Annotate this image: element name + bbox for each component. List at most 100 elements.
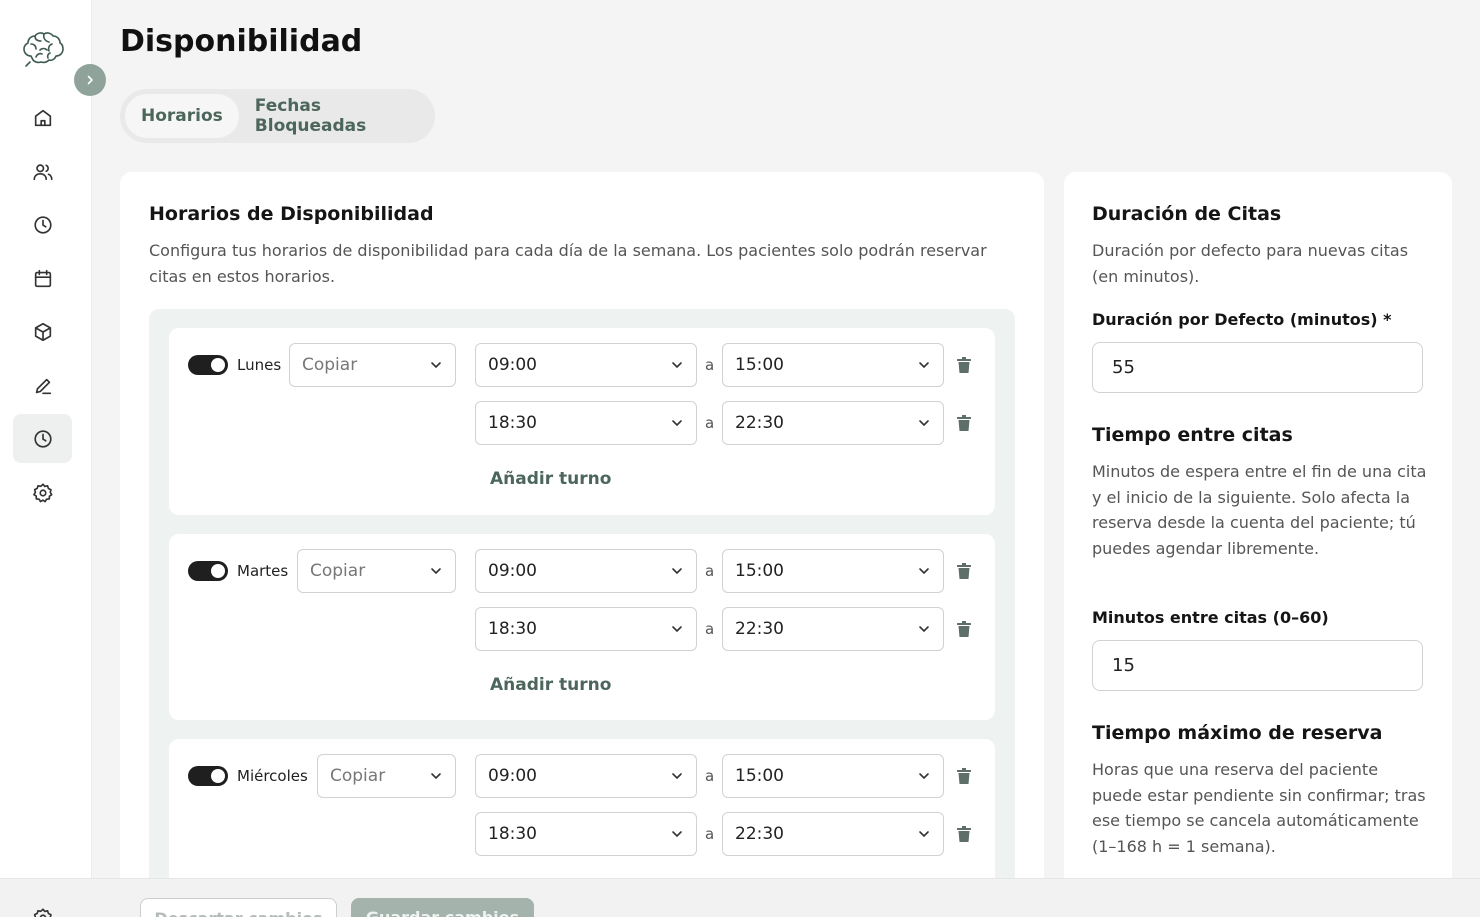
home-icon bbox=[34, 109, 51, 126]
shift-start-select[interactable]: 18:30 bbox=[475, 401, 697, 445]
range-separator: a bbox=[705, 356, 715, 374]
copy-select-value: Copiar bbox=[310, 561, 366, 581]
range-separator: a bbox=[705, 414, 715, 432]
calendar-icon bbox=[34, 269, 51, 287]
sidebar-item-patients[interactable] bbox=[13, 147, 72, 196]
availability-description: Configura tus horarios de disponibilidad… bbox=[149, 241, 987, 286]
gear-icon[interactable] bbox=[32, 907, 54, 917]
save-changes-button[interactable]: Guardar cambios bbox=[351, 898, 534, 917]
shift-end-value: 15:00 bbox=[735, 766, 784, 786]
day-label: Lunes bbox=[237, 356, 282, 374]
tab-fechas-bloqueadas[interactable]: Fechas Bloqueadas bbox=[239, 94, 430, 138]
shift-end-select[interactable]: 22:30 bbox=[722, 812, 944, 856]
sidebar-item-availability[interactable] bbox=[13, 414, 72, 463]
chevron-down-icon bbox=[672, 362, 682, 369]
trash-icon[interactable] bbox=[957, 826, 971, 842]
shift-start-select[interactable]: 09:00 bbox=[475, 754, 697, 798]
shift-start-select[interactable]: 18:30 bbox=[475, 812, 697, 856]
appointment-settings-card: Duración de Citas Duración por defecto p… bbox=[1064, 172, 1452, 892]
trash-icon[interactable] bbox=[957, 415, 971, 431]
max-booking-title: Tiempo máximo de reserva bbox=[1092, 722, 1383, 744]
gear-icon bbox=[32, 482, 53, 502]
range-separator: a bbox=[705, 767, 715, 785]
shift-end-value: 22:30 bbox=[735, 413, 784, 433]
trash-icon[interactable] bbox=[957, 768, 971, 784]
day-label: Miércoles bbox=[237, 767, 308, 785]
sidebar-item-history[interactable] bbox=[13, 200, 72, 249]
sidebar-collapse-button[interactable] bbox=[74, 64, 106, 96]
range-separator: a bbox=[705, 825, 715, 843]
duration-title: Duración de Citas bbox=[1092, 203, 1282, 225]
chevron-down-icon bbox=[919, 831, 929, 838]
shift-start-value: 09:00 bbox=[488, 355, 537, 375]
trash-icon[interactable] bbox=[957, 563, 971, 579]
chevron-down-icon bbox=[672, 568, 682, 575]
shift-end-value: 22:30 bbox=[735, 824, 784, 844]
trash-icon[interactable] bbox=[957, 621, 971, 637]
day-label: Martes bbox=[237, 562, 289, 580]
buffer-input[interactable]: 15 bbox=[1092, 640, 1423, 691]
copy-select[interactable]: Copiar bbox=[317, 754, 456, 798]
day-card-martes: Martes Copiar 09:00 a 15:00 18:30 a 22:3… bbox=[169, 534, 995, 720]
shift-end-value: 15:00 bbox=[735, 355, 784, 375]
shift-start-value: 09:00 bbox=[488, 766, 537, 786]
max-booking-description: Horas que una reserva del paciente puede… bbox=[1092, 760, 1426, 856]
shift-end-value: 22:30 bbox=[735, 619, 784, 639]
shift-start-select[interactable]: 09:00 bbox=[475, 343, 697, 387]
range-separator: a bbox=[705, 620, 715, 638]
tab-bar: Horarios Fechas Bloqueadas bbox=[120, 89, 435, 143]
range-separator: a bbox=[705, 562, 715, 580]
chevron-down-icon bbox=[919, 568, 929, 575]
buffer-field-label: Minutos entre citas (0–60) bbox=[1092, 608, 1329, 627]
chevron-down-icon bbox=[919, 420, 929, 427]
sidebar-item-calendar[interactable] bbox=[13, 254, 72, 303]
availability-title: Horarios de Disponibilidad bbox=[149, 203, 434, 225]
sidebar-item-packages[interactable] bbox=[13, 307, 72, 356]
chevron-down-icon bbox=[672, 831, 682, 838]
shift-start-value: 18:30 bbox=[488, 619, 537, 639]
add-shift-button[interactable]: Añadir turno bbox=[490, 675, 611, 695]
chevron-down-icon bbox=[431, 568, 441, 575]
chevron-down-icon bbox=[672, 773, 682, 780]
box-icon bbox=[34, 322, 51, 341]
shift-end-select[interactable]: 15:00 bbox=[722, 754, 944, 798]
sidebar-item-settings[interactable] bbox=[13, 468, 72, 517]
brain-logo-icon bbox=[23, 32, 64, 67]
shift-end-select[interactable]: 15:00 bbox=[722, 549, 944, 593]
shift-end-select[interactable]: 15:00 bbox=[722, 343, 944, 387]
sidebar-item-home[interactable] bbox=[13, 93, 72, 142]
duration-field-label: Duración por Defecto (minutos) * bbox=[1092, 310, 1392, 329]
copy-select[interactable]: Copiar bbox=[289, 343, 456, 387]
chevron-right-icon bbox=[87, 75, 94, 85]
copy-select-value: Copiar bbox=[302, 355, 358, 375]
day-toggle[interactable] bbox=[188, 561, 228, 581]
duration-description: Duración por defecto para nuevas citas (… bbox=[1092, 241, 1409, 286]
day-toggle[interactable] bbox=[188, 766, 228, 786]
availability-card: Horarios de Disponibilidad Configura tus… bbox=[120, 172, 1044, 917]
discard-changes-button[interactable]: Descartar cambios bbox=[140, 898, 337, 917]
footer-action-bar: Descartar cambios Guardar cambios bbox=[0, 878, 1480, 917]
pencil-icon bbox=[35, 378, 51, 394]
add-shift-button[interactable]: Añadir turno bbox=[490, 469, 611, 489]
chevron-down-icon bbox=[672, 420, 682, 427]
users-icon bbox=[32, 163, 53, 180]
shift-end-select[interactable]: 22:30 bbox=[722, 607, 944, 651]
shift-start-select[interactable]: 18:30 bbox=[475, 607, 697, 651]
day-toggle[interactable] bbox=[188, 355, 228, 375]
tab-horarios[interactable]: Horarios bbox=[125, 94, 239, 138]
duration-input[interactable]: 55 bbox=[1092, 342, 1423, 393]
buffer-description: Minutos de espera entre el fin de una ci… bbox=[1092, 462, 1427, 558]
copy-select[interactable]: Copiar bbox=[297, 549, 456, 593]
clock-icon bbox=[33, 429, 52, 448]
page-title: Disponibilidad bbox=[120, 24, 363, 59]
shift-end-select[interactable]: 22:30 bbox=[722, 401, 944, 445]
clock-icon bbox=[33, 215, 52, 234]
shift-start-value: 18:30 bbox=[488, 824, 537, 844]
chevron-down-icon bbox=[919, 626, 929, 633]
sidebar bbox=[0, 0, 92, 878]
trash-icon[interactable] bbox=[957, 357, 971, 373]
shift-end-value: 15:00 bbox=[735, 561, 784, 581]
sidebar-item-notes[interactable] bbox=[13, 361, 72, 410]
chevron-down-icon bbox=[672, 626, 682, 633]
shift-start-select[interactable]: 09:00 bbox=[475, 549, 697, 593]
